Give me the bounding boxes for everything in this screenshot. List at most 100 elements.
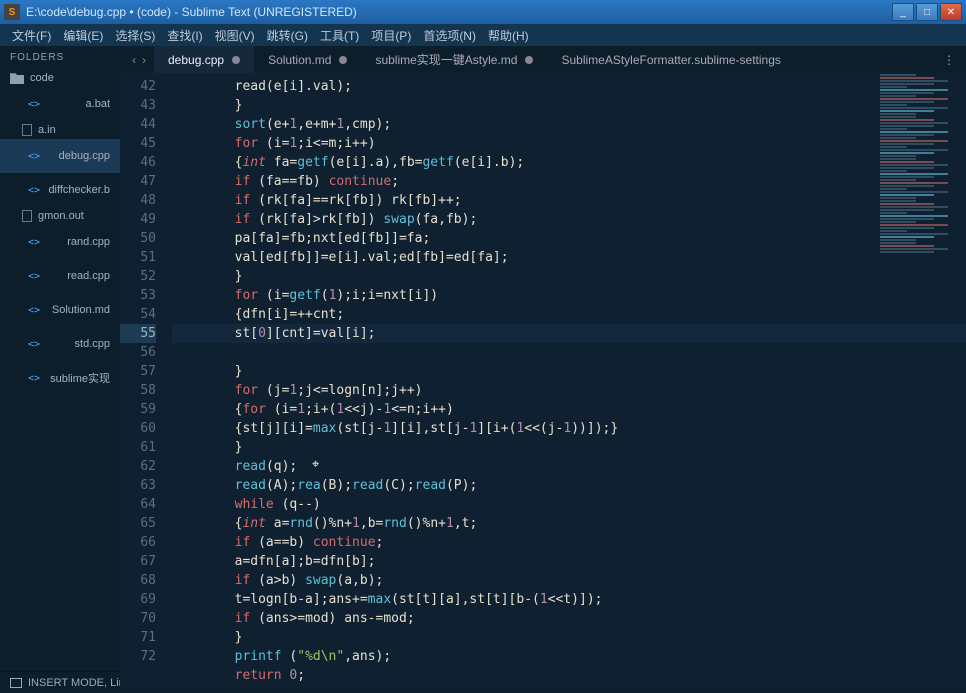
tab[interactable]: SublimeAStyleFormatter.sublime-settings [547,46,794,73]
minimap-line [880,206,948,208]
minimap-line [880,74,916,76]
minimap-line [880,245,934,247]
minimize-button[interactable]: _ [892,3,914,21]
tab-nav-back[interactable]: ‹ [130,53,138,67]
tab[interactable]: sublime实现一键Astyle.md [361,46,547,73]
minimap-line [880,128,907,130]
menu-item[interactable]: 工具(T) [314,25,365,46]
minimap-line [880,104,907,106]
minimap-line [880,134,934,136]
minimap-line [880,233,948,235]
tab-nav: ‹ › [124,53,154,67]
sidebar-item[interactable]: a.in [0,121,120,139]
code-line: {st[j][i]=max(st[j-1][i],st[j-1][i+(1<<(… [172,421,618,436]
maximize-button[interactable]: □ [916,3,938,21]
line-number: 65 [120,514,156,533]
menu-item[interactable]: 文件(F) [6,25,57,46]
minimap-line [880,149,948,151]
minimap-line [880,200,916,202]
minimap-line [880,251,934,253]
sidebar-item-label: gmon.out [38,210,84,222]
minimap-line [880,122,948,124]
minimap-line [880,77,934,79]
line-number: 72 [120,647,156,666]
code-line: {for (i=1;i+(1<<j)-1<=n;i++) [172,402,454,417]
minimap[interactable] [876,73,966,689]
line-number: 64 [120,495,156,514]
sidebar-item-label: read.cpp [67,270,110,282]
code-file-icon [22,228,61,256]
sidebar-item[interactable]: std.cpp [0,327,120,361]
minimap-line [880,188,907,190]
sidebar-item[interactable]: debug.cpp [0,139,120,173]
line-number: 54 [120,305,156,324]
code-line: read(A);rea(B);read(C);read(P); [172,478,477,493]
minimap-line [880,170,907,172]
app-icon: S [4,4,20,20]
minimap-line [880,203,934,205]
sidebar-item-label: sublime实现 [50,370,110,386]
line-number: 43 [120,96,156,115]
menu-item[interactable]: 跳转(G) [261,25,314,46]
sidebar-header: FOLDERS [0,46,120,69]
sidebar-item-label: Solution.md [52,304,110,316]
sidebar-item[interactable]: diffchecker.b [0,173,120,207]
minimap-line [880,155,916,157]
minimap-line [880,248,948,250]
tab-label: Solution.md [268,53,331,67]
line-number: 58 [120,381,156,400]
code-file-icon [22,296,46,324]
tab[interactable]: debug.cpp [154,46,254,73]
line-number: 62 [120,457,156,476]
code-line: sort(e+1,e+m+1,cmp); [172,117,391,132]
editor[interactable]: 4243444546474849505152535455565758596061… [120,73,966,689]
code-line: for (i=1;i<=m;i++) [172,136,376,151]
file-icon [22,210,32,222]
code-file-icon [22,142,53,170]
minimap-line [880,161,934,163]
sidebar-item[interactable]: a.bat [0,87,120,121]
tab-nav-forward[interactable]: › [140,53,148,67]
code-area[interactable]: read(e[i].val); } sort(e+1,e+m+1,cmp); f… [166,73,966,689]
line-number: 70 [120,609,156,628]
line-number: 46 [120,153,156,172]
sidebar-item[interactable]: read.cpp [0,259,120,293]
sidebar-item[interactable]: Solution.md [0,293,120,327]
minimap-line [880,227,934,229]
menu-item[interactable]: 项目(P) [365,25,417,46]
minimap-line [880,221,916,223]
sidebar-root-label: code [30,72,54,84]
code-line: {int a=rnd()%n+1,b=rnd()%n+1,t; [172,516,477,531]
sidebar-item[interactable]: gmon.out [0,207,120,225]
code-line: if (a>b) swap(a,b); [172,573,383,588]
dirty-indicator-icon [525,56,533,64]
menu-item[interactable]: 首选项(N) [417,25,482,46]
sidebar-item[interactable]: rand.cpp [0,225,120,259]
menu-item[interactable]: 视图(V) [209,25,261,46]
sidebar: FOLDERS code a.bata.indebug.cppdiffcheck… [0,46,120,671]
sidebar-item-label: rand.cpp [67,236,110,248]
menu-item[interactable]: 编辑(E) [57,25,109,46]
minimap-line [880,212,907,214]
statusbar-panel-icon[interactable] [10,678,22,688]
file-icon [22,124,32,136]
minimap-line [880,107,948,109]
tab[interactable]: Solution.md [254,46,361,73]
code-file-icon [22,364,44,392]
sidebar-item[interactable]: sublime实现 [0,361,120,395]
window-titlebar: S E:\code\debug.cpp • (code) - Sublime T… [0,0,966,24]
menu-item[interactable]: 选择(S) [109,25,161,46]
tabbar-more-icon[interactable]: ⋮ [943,53,956,67]
minimap-line [880,242,916,244]
menu-item[interactable]: 帮助(H) [482,25,535,46]
minimap-line [880,191,948,193]
code-line: for (i=getf(1);i;i=nxt[i]) [172,288,438,303]
close-button[interactable]: ✕ [940,3,962,21]
text-cursor-icon: ⌖ [312,455,319,474]
tab-label: SublimeAStyleFormatter.sublime-settings [561,53,780,67]
menu-item[interactable]: 查找(I) [161,25,208,46]
minimap-line [880,197,916,199]
sidebar-folder-root[interactable]: code [0,69,120,87]
minimap-line [880,92,934,94]
code-line: val[ed[fb]]=e[i].val;ed[fb]=ed[fa]; [172,250,509,265]
